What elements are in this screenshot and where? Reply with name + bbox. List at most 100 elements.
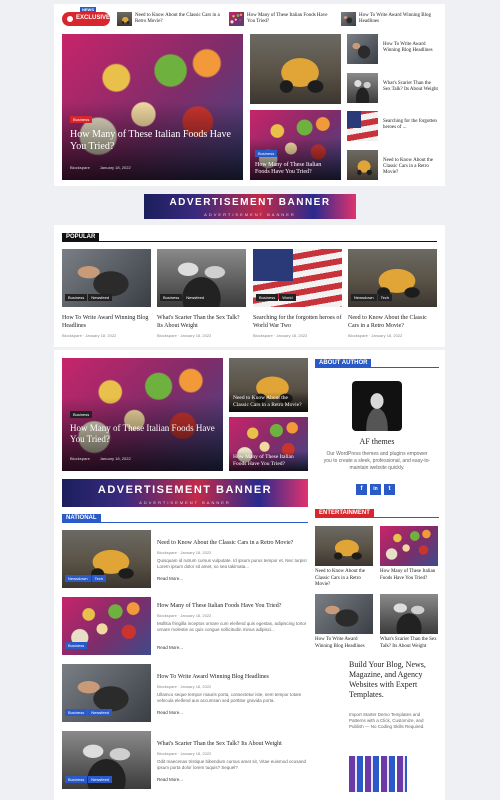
national-title-4[interactable]: What's Scarier Than the Sex Talk? Its Ab… bbox=[157, 740, 307, 748]
twitter-icon[interactable]: t bbox=[384, 484, 395, 495]
main-side-title-2[interactable]: How Many of These Italian Foods Have You… bbox=[233, 454, 304, 468]
ticker-thumb-2[interactable] bbox=[229, 12, 244, 26]
tag[interactable]: Business bbox=[65, 294, 88, 301]
tag[interactable]: Newsfeed bbox=[183, 294, 208, 301]
ent-thumb-4[interactable] bbox=[380, 594, 438, 634]
tag[interactable]: Business bbox=[65, 776, 88, 783]
ent-title-1[interactable]: Need to Know About the Classic Cars in a… bbox=[315, 569, 375, 589]
ticker-item-1[interactable]: Need to Know About the Classic Cars in a… bbox=[135, 13, 220, 25]
popular-title-1[interactable]: How To Write Award Winning Blog Headline… bbox=[62, 314, 151, 330]
linkedin-icon[interactable]: in bbox=[370, 484, 381, 495]
national-title-2[interactable]: How Many of These Italian Foods Have You… bbox=[157, 602, 307, 610]
popular-thumb-2[interactable]: Business Newsfeed bbox=[157, 249, 246, 307]
national-meta-3: Blockspare · January 18, 2022 bbox=[157, 684, 212, 689]
popular-title-2[interactable]: What's Scarier Than the Sex Talk? Its Ab… bbox=[157, 314, 246, 330]
ticker-item-3[interactable]: How To Write Award Winning Blog Headline… bbox=[359, 13, 439, 25]
main-side-title-1[interactable]: Need to Know About the Classic Cars in a… bbox=[233, 395, 304, 409]
tag[interactable]: Newsfeed bbox=[88, 776, 113, 783]
national-readmore-1[interactable]: Read More... bbox=[157, 576, 183, 581]
ad-banner-mid[interactable]: ADVERTISEMENT BANNER ADVERTISEMENT BANNE… bbox=[62, 479, 308, 507]
national-thumb-3[interactable]: Business Newsfeed bbox=[62, 664, 151, 722]
national-title-3[interactable]: How To Write Award Winning Blog Headline… bbox=[157, 673, 307, 681]
hero-list-thumb-1[interactable] bbox=[347, 34, 378, 64]
tag[interactable]: Business bbox=[256, 294, 279, 301]
national-rule bbox=[62, 522, 308, 523]
tag[interactable]: Newsfeed bbox=[88, 294, 113, 301]
date: January 18, 2022 bbox=[276, 333, 308, 338]
tag[interactable]: Newsdown bbox=[351, 294, 377, 301]
national-title-1[interactable]: Need to Know About the Classic Cars in a… bbox=[157, 539, 307, 547]
hero-list-thumb-4[interactable] bbox=[347, 150, 378, 180]
ticker-item-2[interactable]: How Many of These Italian Foods Have You… bbox=[247, 13, 332, 25]
popular-tags-2: Business Newsfeed bbox=[160, 286, 208, 304]
hero-list-thumb-2[interactable] bbox=[347, 73, 378, 103]
author[interactable]: Blockspare bbox=[157, 613, 177, 618]
author[interactable]: Blockspare bbox=[253, 333, 273, 338]
main-feature-tag[interactable]: Business bbox=[70, 411, 93, 418]
national-thumb-2[interactable]: Business bbox=[62, 597, 151, 655]
popular-title-3[interactable]: Searching for the forgotten heroes of Wo… bbox=[253, 314, 342, 330]
popular-title-4[interactable]: Need to Know About the Classic Cars in a… bbox=[348, 314, 437, 330]
hero-list-title-1[interactable]: How To Write Award Winning Blog Headline… bbox=[383, 42, 438, 54]
main-feature-date: January 18, 2022 bbox=[99, 456, 131, 461]
national-heading: NATIONAL bbox=[62, 514, 101, 522]
tag[interactable]: World bbox=[279, 294, 296, 301]
ent-thumb-2[interactable] bbox=[380, 526, 438, 566]
author[interactable]: Blockspare bbox=[157, 333, 177, 338]
main-feature[interactable]: Business How Many of These Italian Foods… bbox=[62, 358, 223, 471]
national-readmore-4[interactable]: Read More... bbox=[157, 777, 183, 782]
hero-mid-title[interactable]: How Many of These Italian Foods Have You… bbox=[255, 162, 336, 176]
author[interactable]: Blockspare bbox=[157, 684, 177, 689]
ticker-thumb-1[interactable] bbox=[117, 12, 132, 26]
news-badge: NEWS bbox=[80, 7, 96, 12]
ent-thumb-3[interactable] bbox=[315, 594, 373, 634]
ent-title-2[interactable]: How Many of These Italian Foods Have You… bbox=[380, 569, 440, 582]
hero-title[interactable]: How Many of These Italian Foods Have You… bbox=[70, 129, 235, 153]
author[interactable]: Blockspare bbox=[348, 333, 368, 338]
hero-tag[interactable]: Business bbox=[70, 116, 93, 123]
popular-thumb-1[interactable]: Business Newsfeed bbox=[62, 249, 151, 307]
hero-list-thumb-3[interactable] bbox=[347, 111, 378, 141]
hero-mid-tag[interactable]: Business bbox=[255, 150, 278, 157]
tag[interactable]: Business bbox=[160, 294, 183, 301]
promo-image[interactable] bbox=[349, 756, 407, 792]
tag[interactable]: Business bbox=[65, 642, 88, 649]
national-excerpt-1: Quisquam id rutrum cursus vulputate. Id … bbox=[157, 558, 307, 569]
promo-text: Import Starter Demo Templates and Patter… bbox=[349, 712, 425, 729]
main-feature-title[interactable]: How Many of These Italian Foods Have You… bbox=[70, 423, 215, 445]
national-readmore-3[interactable]: Read More... bbox=[157, 710, 183, 715]
hero-list-title-4[interactable]: Need to Know About the Classic Cars in a… bbox=[383, 158, 438, 176]
hero-list-title-3[interactable]: Searching for the forgotten heroes of ..… bbox=[383, 119, 438, 131]
national-readmore-2[interactable]: Read More... bbox=[157, 645, 183, 650]
popular-thumb-4[interactable]: Newsdown Tech bbox=[348, 249, 437, 307]
exclusive-badge: NEWS EXCLUSIVE bbox=[62, 7, 110, 26]
popular-thumb-3[interactable]: Business World bbox=[253, 249, 342, 307]
author[interactable]: Blockspare bbox=[62, 333, 82, 338]
ad-banner-top[interactable]: ADVERTISEMENT BANNER ADVERTISEMENT BANNE… bbox=[144, 194, 356, 219]
tag[interactable]: Newsdown bbox=[65, 575, 91, 582]
national-thumb-1[interactable]: Newsdown Tech bbox=[62, 530, 151, 588]
ticker-thumb-3[interactable] bbox=[341, 12, 356, 26]
hero-author[interactable]: Blockspare bbox=[70, 165, 90, 170]
hero-post[interactable]: Business How Many of These Italian Foods… bbox=[62, 34, 243, 180]
facebook-icon[interactable]: f bbox=[356, 484, 367, 495]
tag[interactable]: Business bbox=[65, 709, 88, 716]
ent-thumb-1[interactable] bbox=[315, 526, 373, 566]
hero-mid-food[interactable]: Business How Many of These Italian Foods… bbox=[250, 110, 341, 180]
main-side-overlay-2: How Many of These Italian Foods Have You… bbox=[229, 451, 308, 471]
author[interactable]: Blockspare bbox=[157, 550, 177, 555]
ad-banner-sub: ADVERTISEMENT BANNER bbox=[204, 212, 296, 217]
ent-title-3[interactable]: How To Write Award Winning Blog Headline… bbox=[315, 637, 375, 650]
tag[interactable]: Newsfeed bbox=[88, 709, 113, 716]
author[interactable]: Blockspare bbox=[157, 751, 177, 756]
main-feature-author[interactable]: Blockspare bbox=[70, 456, 90, 461]
hero-mid-car[interactable] bbox=[250, 34, 341, 104]
national-excerpt-4: Odit maecenas tristique bibendum cursus … bbox=[157, 759, 306, 770]
hero-list-title-2[interactable]: What's Scarier Than the Sex Talk? Its Ab… bbox=[383, 81, 438, 93]
national-thumb-4[interactable]: Business Newsfeed bbox=[62, 731, 151, 789]
ent-title-4[interactable]: What's Scarier Than the Sex Talk? Its Ab… bbox=[380, 637, 440, 650]
tag[interactable]: Tech bbox=[91, 575, 107, 582]
main-side-2[interactable]: How Many of These Italian Foods Have You… bbox=[229, 417, 308, 471]
tag[interactable]: Tech bbox=[377, 294, 393, 301]
main-side-1[interactable]: Need to Know About the Classic Cars in a… bbox=[229, 358, 308, 412]
